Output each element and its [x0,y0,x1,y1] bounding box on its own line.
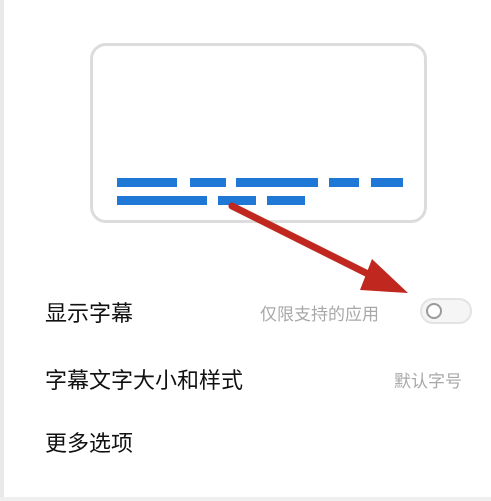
caption-style-value: 默认字号 [394,372,462,392]
more-options-row[interactable]: 更多选项 [0,420,491,464]
caption-style-label: 字幕文字大小和样式 [45,369,244,394]
caption-dash [218,196,256,205]
caption-dash [371,178,403,187]
caption-dash [117,178,177,187]
show-captions-toggle[interactable] [420,298,472,324]
more-options-label: 更多选项 [45,432,134,457]
caption-style-row[interactable]: 字幕文字大小和样式 默认字号 [0,355,491,399]
supported-apps-hint: 仅限支持的应用 [260,305,379,325]
caption-preview-card [90,43,427,223]
caption-dash [117,196,207,205]
show-captions-row[interactable]: 显示字幕 仅限支持的应用 [0,290,491,334]
caption-dash [190,178,226,187]
caption-dash [236,178,318,187]
show-captions-label: 显示字幕 [45,302,134,327]
toggle-knob [426,303,442,319]
caption-dash [267,196,305,205]
caption-dash [329,178,359,187]
bottom-divider [0,497,491,501]
